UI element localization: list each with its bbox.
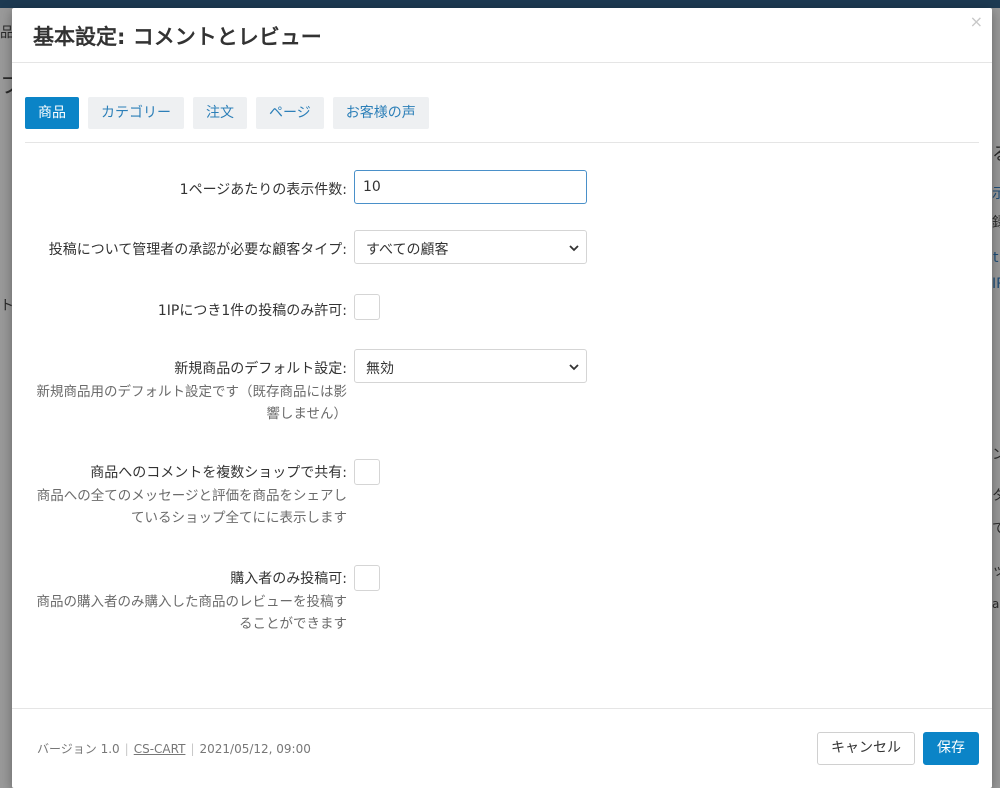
divider: | (190, 742, 195, 756)
share-comments-label: 商品へのコメントを複数ショップで共有: (90, 465, 347, 481)
tab-pages[interactable]: ページ (256, 97, 324, 129)
tab-orders[interactable]: 注文 (193, 97, 247, 129)
background-text: IP (992, 276, 1000, 292)
approval-select-value: すべての顧客 (366, 242, 449, 258)
field-share-comments: 商品へのコメントを複数ショップで共有: 商品への全てのメッセージと評価を商品をシ… (25, 459, 979, 539)
background-text: ン (992, 447, 1000, 463)
tab-testimonials[interactable]: お客様の声 (332, 97, 429, 129)
share-comments-description: 商品への全てのメッセージと評価を商品をシェアしているショップ全てにに表示します (36, 488, 347, 526)
dialog-footer: バージョン 1.0 | CS-CART | 2021/05/12, 09:00 キャンセ… (12, 708, 992, 788)
save-button[interactable]: 保存 (923, 732, 979, 765)
approval-select[interactable]: すべての顧客 (354, 230, 587, 264)
background-text: 録 (992, 215, 1000, 231)
background-text: タ (992, 488, 1000, 504)
version-info: バージョン 1.0 | CS-CART | 2021/05/12, 09:00 (37, 740, 311, 757)
buyers-only-description: 商品の購入者のみ購入した商品のレビューを投稿することができます (36, 594, 348, 632)
build-timestamp: 2021/05/12, 09:00 (199, 742, 311, 756)
tab-bar: 商品 カテゴリー 注文 ページ お客様の声 (25, 97, 979, 143)
buyers-only-checkbox[interactable] (354, 565, 380, 591)
chevron-down-icon (569, 364, 579, 371)
share-comments-checkbox[interactable] (354, 459, 380, 485)
background-text: 示 (992, 186, 1000, 202)
field-new-product-default: 新規商品のデフォルト設定: 新規商品用のデフォルト設定です（既存商品には影響しま… (25, 349, 979, 429)
close-icon[interactable]: × (970, 14, 983, 30)
field-buyers-only: 購入者のみ投稿可: 商品の購入者のみ購入した商品のレビューを投稿することができま… (25, 565, 979, 645)
dialog-title: 基本設定: コメントとレビュー (33, 25, 322, 49)
tab-categories[interactable]: カテゴリー (88, 97, 184, 129)
new-product-default-description: 新規商品用のデフォルト設定です（既存商品には影響しません） (36, 384, 348, 422)
field-per-page: 1ページあたりの表示件数: (25, 170, 979, 206)
background-text: an (992, 597, 1000, 611)
field-one-per-ip: 1IPにつき1件の投稿のみ許可: (25, 294, 979, 324)
new-product-default-select[interactable]: 無効 (354, 349, 587, 383)
new-product-default-select-value: 無効 (366, 361, 394, 377)
dialog-header: 基本設定: コメントとレビュー × (12, 8, 992, 63)
background-text: t (993, 250, 999, 266)
settings-dialog: 基本設定: コメントとレビュー × 商品 カテゴリー 注文 ページ お客様の声 … (12, 8, 992, 788)
per-page-input[interactable] (354, 170, 587, 204)
tab-products[interactable]: 商品 (25, 97, 79, 129)
approval-label: 投稿について管理者の承認が必要な顧客タイプ: (48, 242, 347, 258)
version-text: バージョン 1.0 (37, 742, 120, 756)
buyers-only-label: 購入者のみ投稿可: (230, 571, 347, 587)
one-per-ip-label: 1IPにつき1件の投稿のみ許可: (157, 303, 347, 319)
background-text: て (992, 521, 1000, 537)
background-text: る (992, 140, 1000, 166)
one-per-ip-checkbox[interactable] (354, 294, 380, 320)
cancel-button[interactable]: キャンセル (817, 732, 915, 765)
vendor-link[interactable]: CS-CART (134, 742, 186, 756)
background-text: ッ (992, 563, 1000, 579)
per-page-label: 1ページあたりの表示件数: (179, 182, 347, 198)
field-approval: 投稿について管理者の承認が必要な顧客タイプ: すべての顧客 (25, 230, 979, 266)
divider: | (124, 742, 129, 756)
chevron-down-icon (569, 245, 579, 252)
background-topbar (0, 0, 1000, 8)
new-product-default-label: 新規商品のデフォルト設定: (174, 361, 347, 377)
